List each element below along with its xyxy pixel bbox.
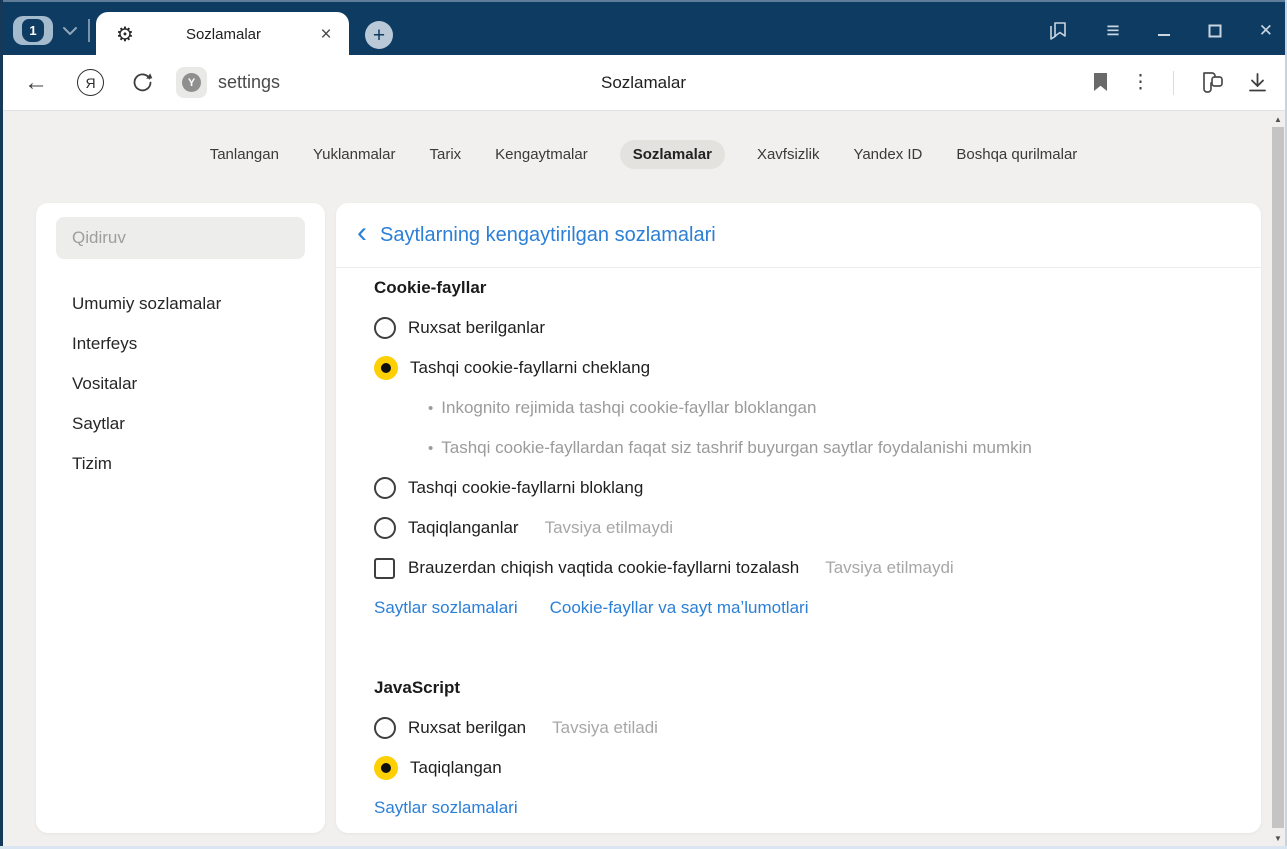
cookie-section: Cookie-fayllar Ruxsat berilganlar Tashqi… [336, 268, 1261, 628]
cookie-section-title: Cookie-fayllar [336, 268, 1261, 308]
bullet-icon: • [428, 440, 433, 457]
yandex-logo-icon[interactable]: Я [77, 69, 104, 96]
radio-unselected[interactable] [374, 477, 396, 499]
tab-counter-button[interactable]: 1 [13, 16, 53, 45]
downloads-icon[interactable] [1248, 73, 1267, 93]
bookmark-icon[interactable] [1093, 73, 1108, 92]
window-frame-left [0, 0, 3, 849]
radio-unselected[interactable] [374, 517, 396, 539]
settings-gear-icon: ⚙ [116, 25, 134, 45]
bullet-icon: • [428, 400, 433, 417]
toolbar-page-title: Sozlamalar [601, 73, 686, 93]
radio-label: Taqiqlanganlar [408, 518, 519, 538]
nav-tab-xavfsizlik[interactable]: Xavfsizlik [755, 140, 822, 169]
checkbox-label: Brauzerdan chiqish vaqtida cookie-faylla… [408, 558, 799, 578]
tab-list-chevron-down-icon[interactable] [58, 16, 82, 45]
sidebar-search-box[interactable] [56, 217, 305, 259]
menu-hamburger-icon[interactable]: ≡ [1106, 17, 1119, 44]
titlebar: 1 ⚙ Sozlamalar × + ≡ ✕ [0, 0, 1287, 55]
scroll-up-icon[interactable]: ▲ [1271, 112, 1285, 126]
favicon-y-icon: Y [182, 73, 201, 92]
radio-label: Tashqi cookie-fayllarni bloklang [408, 478, 643, 498]
javascript-section-title: JavaScript [336, 668, 1261, 708]
sidebar-item-saytlar[interactable]: Saytlar [36, 404, 325, 444]
link-saytlar-sozlamalari[interactable]: Saytlar sozlamalari [374, 598, 518, 618]
collections-icon[interactable] [1197, 70, 1225, 96]
titlebar-separator [88, 19, 90, 42]
tab-title: Sozlamalar [134, 26, 313, 43]
sidebar-item-interfeys[interactable]: Interfeys [36, 324, 325, 364]
radio-selected[interactable] [374, 756, 398, 780]
back-chevron-icon[interactable]: ‹ [357, 218, 367, 248]
link-cookie-sayt-malumotlari[interactable]: Cookie-fayllar va sayt maʼlumotlari [550, 598, 809, 618]
cookie-bullet-2: • Tashqi cookie-fayllardan faqat siz tas… [336, 428, 1261, 468]
radio-label: Ruxsat berilganlar [408, 318, 545, 338]
recommendation-note: Tavsiya etiladi [552, 718, 658, 738]
recommendation-note: Tavsiya etilmaydi [825, 558, 954, 578]
bullet-text: Tashqi cookie-fayllardan faqat siz tashr… [441, 438, 1032, 458]
recommendation-note: Tavsiya etilmaydi [545, 518, 674, 538]
radio-label: Tashqi cookie-fayllarni cheklang [410, 358, 650, 378]
more-options-icon[interactable]: ⋮ [1131, 71, 1150, 94]
cookie-bullet-1: • Inkognito rejimida tashqi cookie-fayll… [336, 388, 1261, 428]
back-arrow-icon[interactable]: ← [24, 69, 48, 97]
sidebar-item-tizim[interactable]: Tizim [36, 444, 325, 484]
settings-nav-tabs: Tanlangan Yuklanmalar Tarix Kengaytmalar… [0, 140, 1287, 169]
radio-row-tashqi-bloklang[interactable]: Tashqi cookie-fayllarni bloklang [336, 468, 1261, 508]
scroll-down-icon[interactable]: ▼ [1271, 831, 1285, 845]
sidebar-item-umumiy-sozlamalar[interactable]: Umumiy sozlamalar [36, 284, 325, 324]
section-gap [336, 628, 1261, 668]
javascript-links-row: Saytlar sozlamalari [336, 788, 1261, 828]
nav-tab-sozlamalar[interactable]: Sozlamalar [620, 140, 725, 169]
radio-row-taqiqlanganlar[interactable]: Taqiqlanganlar Tavsiya etilmaydi [336, 508, 1261, 548]
scrollbar-thumb[interactable] [1272, 127, 1284, 828]
radio-unselected[interactable] [374, 317, 396, 339]
nav-tab-tanlangan[interactable]: Tanlangan [208, 140, 281, 169]
radio-unselected[interactable] [374, 717, 396, 739]
nav-tab-yandex-id[interactable]: Yandex ID [851, 140, 924, 169]
radio-row-ruxsat-berilgan[interactable]: Ruxsat berilgan Tavsiya etiladi [336, 708, 1261, 748]
radio-label: Taqiqlangan [410, 758, 502, 778]
side-panels-icon[interactable] [1047, 21, 1069, 41]
radio-row-taqiqlangan[interactable]: Taqiqlangan [336, 748, 1261, 788]
sidebar-item-vositalar[interactable]: Vositalar [36, 364, 325, 404]
window-minimize-icon[interactable] [1157, 24, 1171, 38]
advanced-site-settings-header[interactable]: ‹ Saytlarning kengaytirilgan sozlamalari [336, 203, 1261, 268]
radio-row-tashqi-cheklang[interactable]: Tashqi cookie-fayllarni cheklang [336, 348, 1261, 388]
nav-tab-boshqa-qurilmalar[interactable]: Boshqa qurilmalar [954, 140, 1079, 169]
address-url[interactable]: settings [218, 72, 280, 93]
radio-row-ruxsat-berilganlar[interactable]: Ruxsat berilganlar [336, 308, 1261, 348]
page-title: Saytlarning kengaytirilgan sozlamalari [380, 224, 716, 247]
radio-selected[interactable] [374, 356, 398, 380]
page-scrollbar[interactable]: ▲ ▼ [1271, 112, 1285, 846]
tab-close-icon[interactable]: × [313, 22, 339, 48]
page-favicon: Y [176, 67, 207, 98]
cookie-links-row: Saytlar sozlamalari Cookie-fayllar va sa… [336, 588, 1261, 628]
bullet-text: Inkognito rejimida tashqi cookie-fayllar… [441, 398, 816, 418]
window-maximize-icon[interactable] [1208, 24, 1222, 38]
settings-sidebar: Umumiy sozlamalar Interfeys Vositalar Sa… [36, 203, 325, 833]
tab-count-badge: 1 [22, 19, 44, 42]
window-close-icon[interactable]: ✕ [1259, 21, 1273, 41]
javascript-section: JavaScript Ruxsat berilgan Tavsiya etila… [336, 668, 1261, 828]
toolbar-separator [1173, 71, 1174, 95]
browser-tab-active[interactable]: ⚙ Sozlamalar × [96, 12, 349, 57]
new-tab-button[interactable]: + [365, 21, 393, 49]
checkbox-row-clear-cookies[interactable]: Brauzerdan chiqish vaqtida cookie-faylla… [336, 548, 1261, 588]
settings-main-panel: ‹ Saytlarning kengaytirilgan sozlamalari… [336, 203, 1261, 833]
search-input[interactable] [56, 217, 305, 259]
radio-label: Ruxsat berilgan [408, 718, 526, 738]
reload-icon[interactable] [131, 71, 154, 94]
nav-tab-kengaytmalar[interactable]: Kengaytmalar [493, 140, 590, 169]
checkbox-unchecked[interactable] [374, 558, 395, 579]
link-saytlar-sozlamalari[interactable]: Saytlar sozlamalari [374, 798, 518, 818]
toolbar: ← Я Y settings Sozlamalar ⋮ [0, 55, 1287, 111]
nav-tab-yuklanmalar[interactable]: Yuklanmalar [311, 140, 398, 169]
nav-tab-tarix[interactable]: Tarix [427, 140, 463, 169]
